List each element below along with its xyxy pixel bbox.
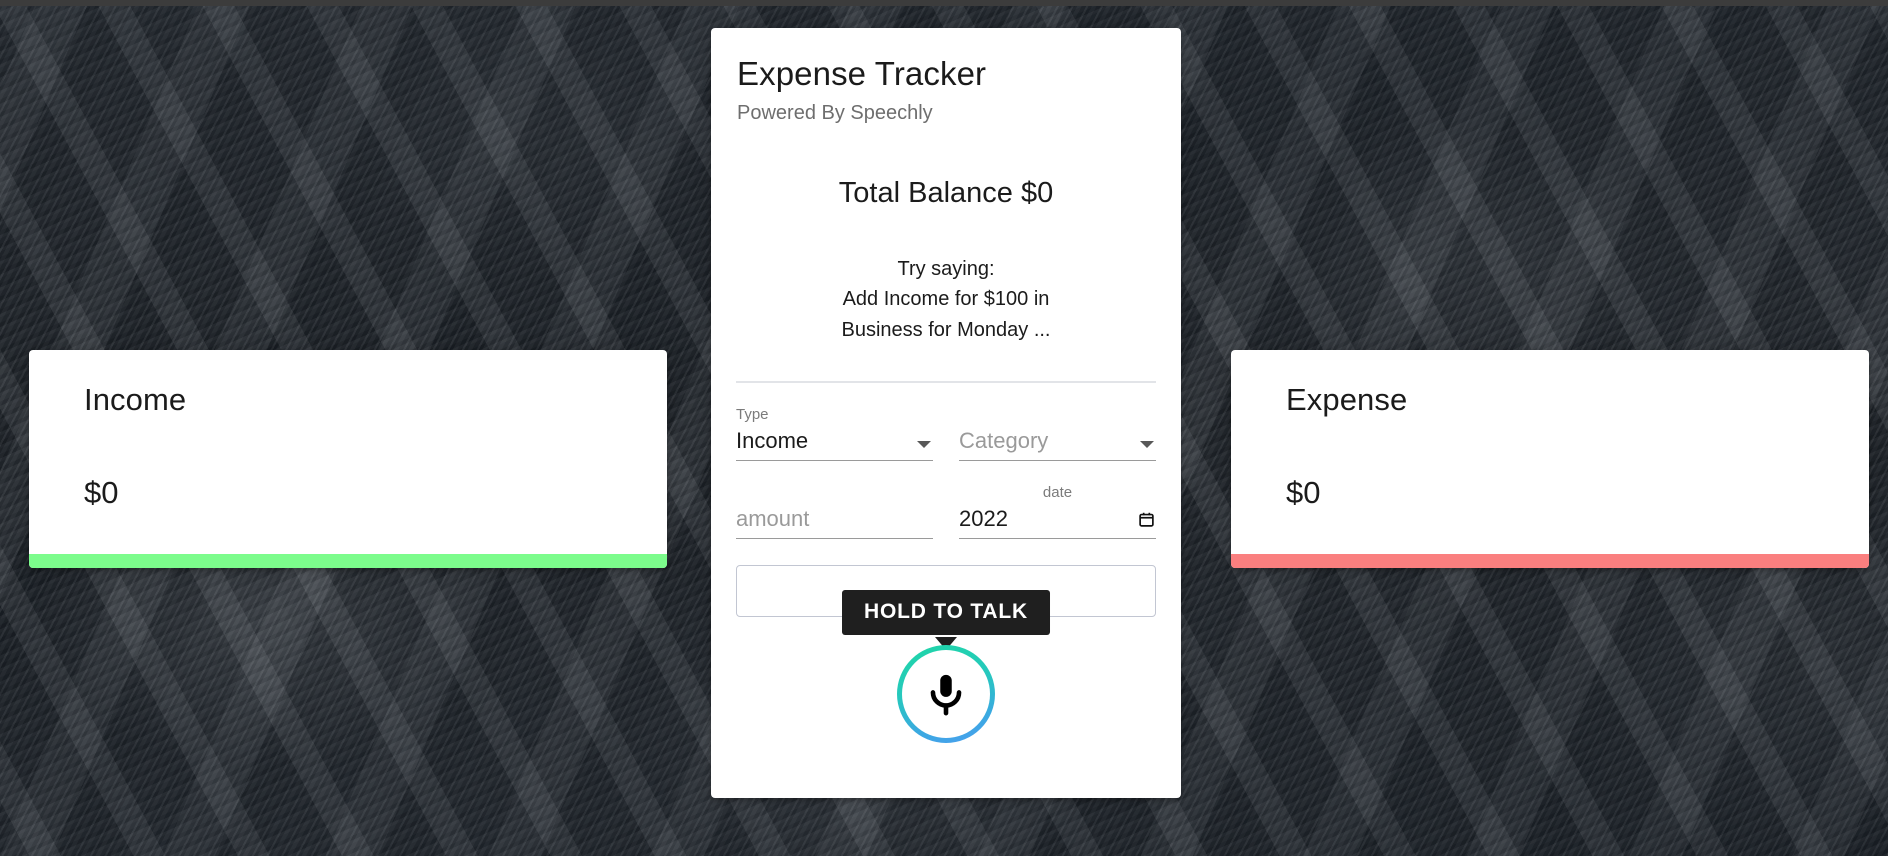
microphone-icon [930,674,962,716]
page-subtitle: Powered By Speechly [737,101,933,124]
type-field[interactable]: Type Income [736,406,933,462]
category-select[interactable]: Category [959,427,1156,462]
category-field[interactable]: Category [959,407,1156,462]
page-title: Expense Tracker [737,55,987,92]
expense-card-accent-bar [1231,554,1869,568]
microphone-button[interactable] [897,645,995,743]
income-card-title: Income [84,382,187,417]
expense-summary-card: Expense $0 [1231,350,1869,568]
hold-to-talk-tooltip: HOLD TO TALK [842,590,1050,635]
type-category-row: Type Income Category [736,406,1156,462]
card-header: Expense Tracker Powered By Speechly Tota… [711,28,1181,345]
expense-card-amount: $0 [1286,475,1321,510]
hint-line-1: Try saying: [897,257,995,280]
income-card-accent-bar [29,554,667,568]
browser-top-bar [0,0,1888,6]
expense-card-title: Expense [1286,382,1408,417]
date-field[interactable]: date 2022 [959,484,1156,540]
app-root: Income $0 Expense $0 Expense Tracker Pow… [0,0,1888,856]
section-divider [736,381,1156,384]
amount-field[interactable]: amount [736,485,933,540]
total-balance: Total Balance $0 [838,176,1054,209]
amount-input[interactable]: amount [736,505,933,540]
income-summary-card: Income $0 [29,350,667,568]
date-field-label: date [1042,484,1073,502]
transaction-form: Type Income Category amount date 2022 [711,406,1181,618]
try-saying-hint: Try saying: Add Income for $100 in Busin… [737,254,1155,345]
hint-line-3: Business for Monday ... [841,318,1051,341]
amount-date-row: amount date 2022 [736,484,1156,540]
type-field-label: Type [736,406,769,424]
income-card-amount: $0 [84,475,119,510]
type-select[interactable]: Income [736,427,933,462]
calendar-icon[interactable] [1138,511,1155,528]
chevron-down-icon[interactable] [1140,441,1154,449]
push-to-talk-widget[interactable]: HOLD TO TALK [842,590,1050,738]
chevron-down-icon[interactable] [917,441,931,449]
date-input[interactable]: 2022 [959,505,1156,540]
hint-line-2: Add Income for $100 in [842,288,1050,311]
